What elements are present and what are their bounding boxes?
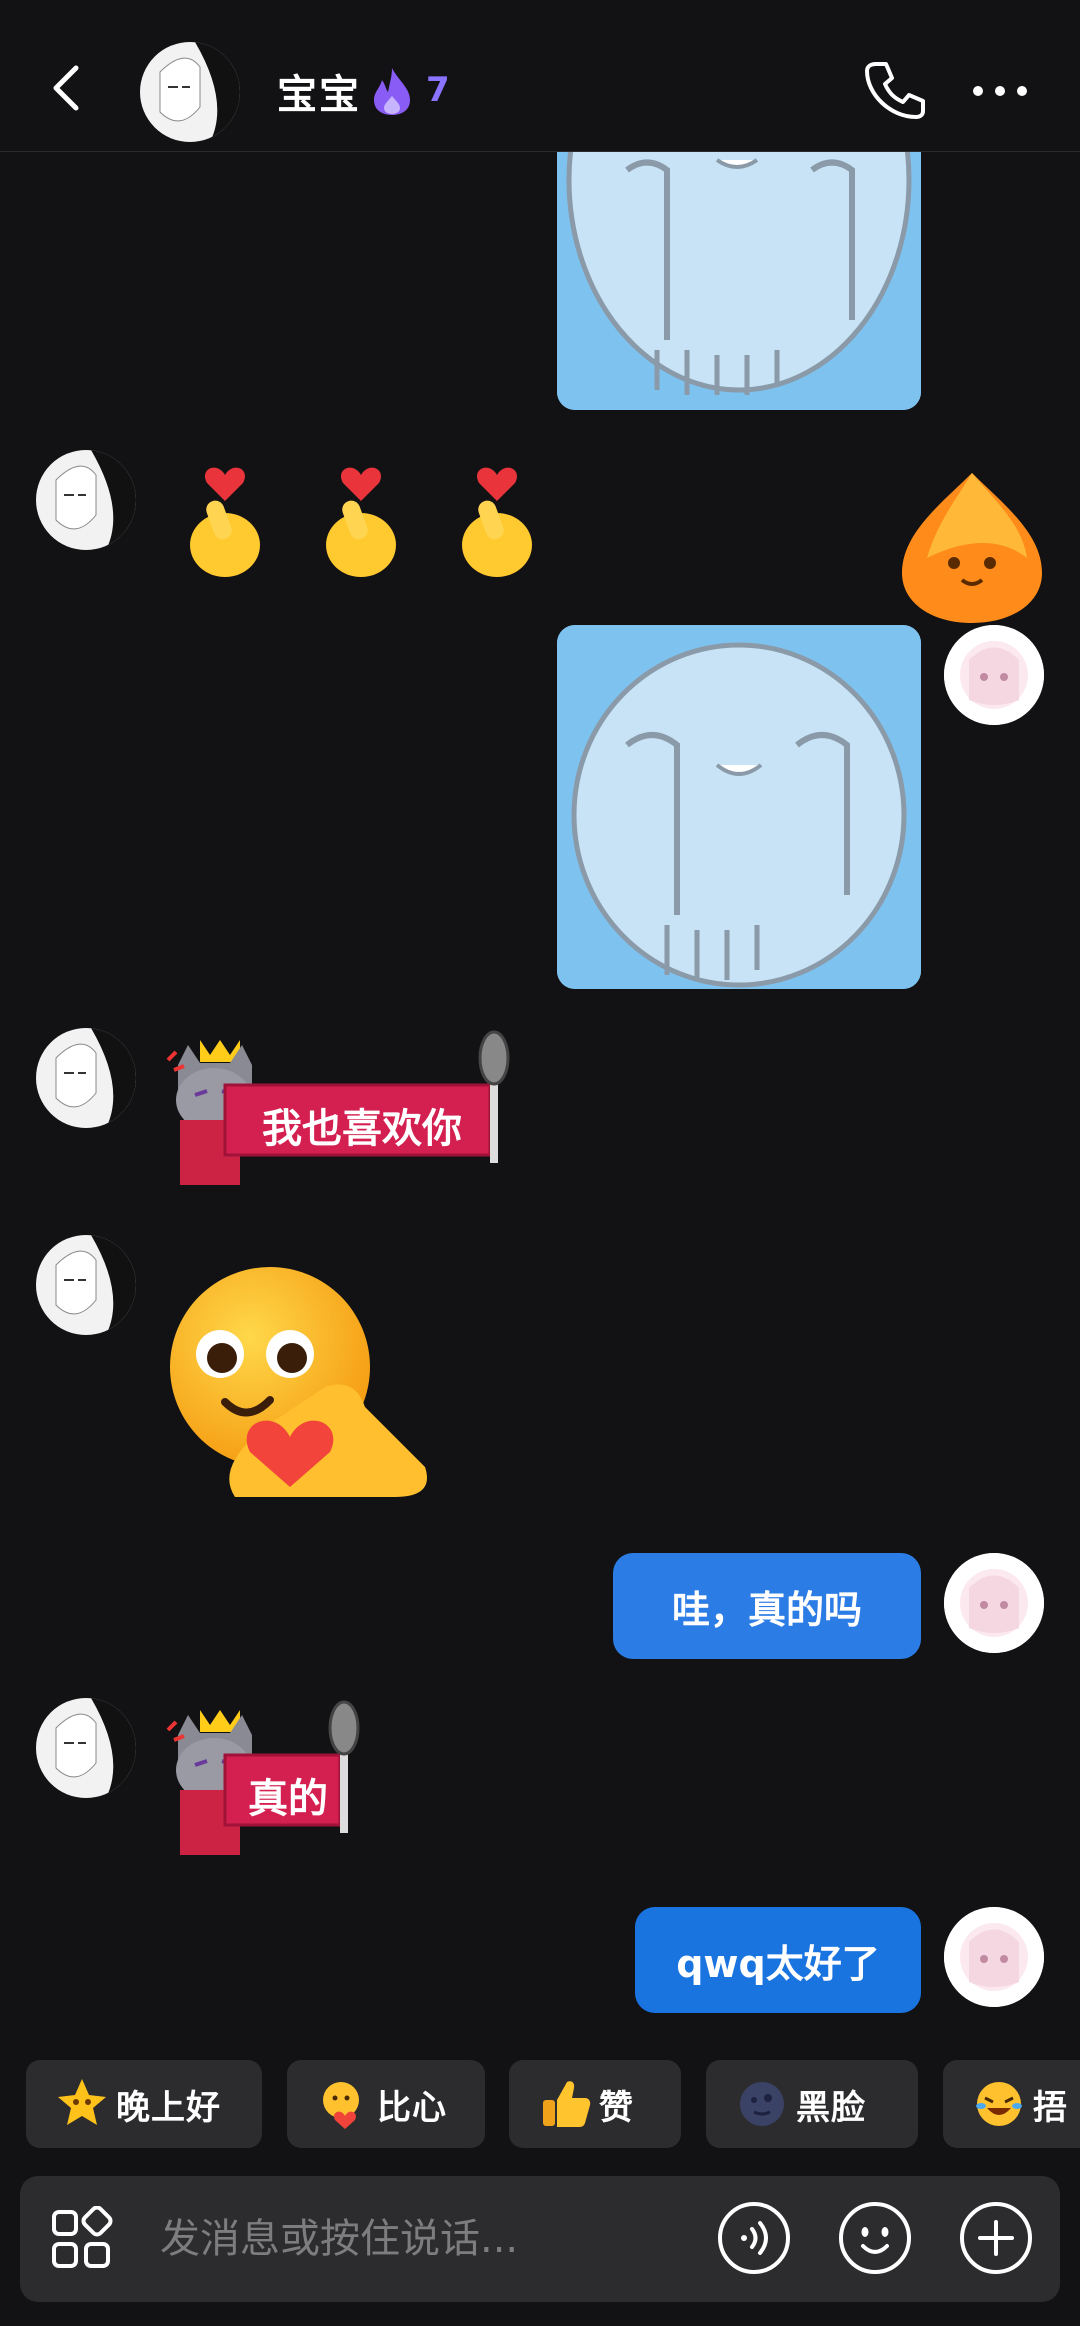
orange-blob-icon (902, 473, 1042, 623)
sent-message-bubble[interactable]: 哇，真的吗 (613, 1553, 921, 1659)
apps-grid-icon (52, 2205, 113, 2268)
contact-avatar[interactable] (36, 1235, 136, 1335)
quick-reply-chip[interactable]: 捂 (943, 2060, 1080, 2148)
apps-button[interactable] (48, 2205, 114, 2272)
add-button[interactable] (958, 2200, 1034, 2276)
crying-face-sticker-image (557, 625, 921, 989)
voice-wave-icon (718, 2202, 790, 2274)
heart-hands-emoji-message[interactable] (165, 1262, 435, 1502)
phone-call-button[interactable] (862, 58, 926, 122)
cat-sticker-text: 真的 (248, 1775, 328, 1822)
orange-blob-reaction[interactable] (892, 468, 1052, 628)
quick-reply-chip[interactable]: 比心 (287, 2060, 485, 2148)
message-input[interactable] (160, 2206, 560, 2272)
contact-avatar-image (36, 1698, 136, 1798)
quick-reply-label: 比心 (377, 2087, 447, 2128)
cat-sticker-text: 我也喜欢你 (262, 1105, 462, 1152)
more-dots-icon (973, 86, 1027, 96)
quick-reply-label: 捂 (1033, 2087, 1068, 2128)
emoji-button[interactable] (837, 2200, 913, 2276)
more-options-button[interactable] (968, 76, 1032, 106)
cat-sticker-love-you[interactable]: 我也喜欢你 (160, 1030, 520, 1190)
back-button[interactable] (40, 58, 90, 118)
sent-sticker-crying[interactable] (557, 625, 921, 989)
my-avatar[interactable] (944, 625, 1044, 725)
my-avatar-image (944, 625, 1044, 725)
quick-reply-label: 黑脸 (796, 2087, 866, 2128)
my-avatar-image (944, 1553, 1044, 1653)
cat-sticker-really[interactable]: 真的 (160, 1700, 370, 1860)
quick-reply-chip[interactable]: 晚上好 (26, 2060, 262, 2148)
quick-reply-chip[interactable]: 赞 (509, 2060, 681, 2148)
my-avatar[interactable] (944, 1907, 1044, 2007)
laughing-face-icon (976, 2082, 1022, 2126)
plus-icon (960, 2202, 1032, 2274)
contact-avatar[interactable] (36, 1028, 136, 1128)
thumbs-up-icon (543, 2081, 591, 2127)
star-face-icon (58, 2079, 106, 2125)
message-input-bar (20, 2176, 1060, 2302)
contact-avatar-image (36, 1028, 136, 1128)
quick-reply-chip[interactable]: 黑脸 (706, 2060, 918, 2148)
voice-button[interactable] (716, 2200, 792, 2276)
contact-header-avatar[interactable] (140, 42, 240, 142)
crying-face-sticker-image (557, 120, 921, 410)
chat-area[interactable]: 我也喜欢你 哇，真的吗 真的 qwq太好了 (0, 0, 1080, 2040)
flame-icon (372, 66, 412, 116)
chevron-left-icon (53, 65, 79, 111)
my-avatar[interactable] (944, 1553, 1044, 1653)
my-avatar-image (944, 1907, 1044, 2007)
contact-avatar[interactable] (36, 450, 136, 550)
contact-avatar-image (36, 450, 136, 550)
contact-avatar-image (140, 42, 240, 142)
contact-name[interactable]: 宝宝 (277, 62, 361, 120)
heart-fingers-emoji-row (190, 467, 532, 577)
contact-avatar-image (36, 1235, 136, 1335)
phone-icon (865, 62, 925, 119)
heart-hands-icon (323, 2082, 359, 2129)
quick-reply-label: 赞 (599, 2087, 634, 2128)
streak-count: 7 (426, 70, 450, 110)
sent-sticker-crying-partial[interactable] (557, 120, 921, 410)
dark-moon-face-icon (740, 2082, 784, 2126)
chat-header: 宝宝 7 (0, 0, 1080, 152)
smiley-icon (839, 2202, 911, 2274)
quick-reply-label: 晚上好 (116, 2087, 221, 2128)
sent-message-bubble[interactable]: qwq太好了 (635, 1907, 921, 2013)
contact-avatar[interactable] (36, 1698, 136, 1798)
smiling-heart-hands-emoji (170, 1267, 427, 1497)
heart-fingers-message[interactable] (170, 445, 570, 585)
quick-reply-bar[interactable]: 晚上好 比心 赞 黑脸 捂 (0, 2060, 1080, 2152)
